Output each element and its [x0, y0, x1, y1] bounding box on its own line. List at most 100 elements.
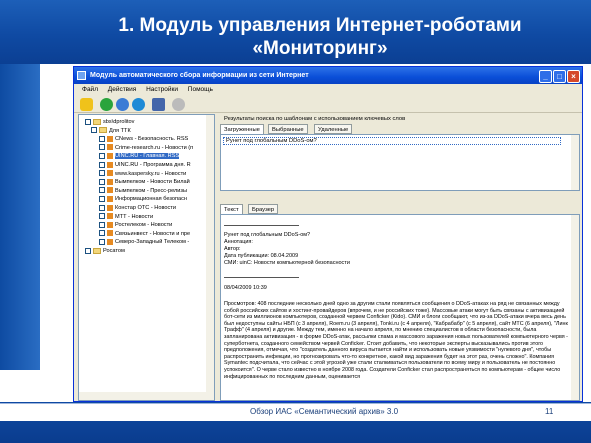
checkbox-icon[interactable] [99, 238, 105, 245]
tab-text[interactable]: Текст [220, 204, 243, 214]
article-source: СМИ: uinC: Новости компьютерной безопасн… [224, 260, 350, 266]
settings-gear-icon[interactable] [116, 98, 129, 111]
rss-feed-icon [107, 187, 113, 194]
tree-item[interactable]: Северо-Западный Телеком - [99, 238, 189, 246]
divider [224, 277, 299, 278]
maximize-icon[interactable]: □ [553, 70, 566, 83]
rss-feed-icon [107, 230, 113, 237]
checkbox-icon[interactable] [85, 247, 91, 254]
rss-feed-icon [107, 135, 113, 142]
tree-item-label: Связьинвест - Новости и пре [115, 230, 191, 237]
left-band [0, 64, 40, 370]
tree-item[interactable]: UINC.RU - Главная. RSS [99, 152, 180, 160]
checkbox-icon[interactable] [91, 127, 97, 134]
menu-settings[interactable]: Настройки [146, 86, 178, 93]
rss-feed-icon [107, 204, 113, 211]
rss-feed-icon [107, 221, 113, 228]
tree-item[interactable]: Росатом [85, 247, 125, 255]
tree-item-label: Росатом [103, 248, 125, 254]
checkbox-icon[interactable] [85, 118, 91, 125]
checkbox-icon[interactable] [99, 178, 105, 185]
results-scrollbar[interactable] [571, 135, 579, 190]
checkbox-icon[interactable] [99, 221, 105, 228]
page-number: 11 [545, 407, 554, 416]
save-icon[interactable] [152, 98, 165, 111]
checkbox-icon[interactable] [99, 187, 105, 194]
tree-item-label: sbs\dprolitov [103, 119, 135, 125]
tree-item[interactable]: Вымпелком - Новости Билай [99, 178, 190, 186]
tree-item-label: UINC.RU - Главная. RSS [115, 153, 180, 160]
tree-item[interactable]: Для ТТК [91, 127, 131, 135]
tree-vertical-scrollbar[interactable] [206, 115, 214, 400]
checkbox-icon[interactable] [99, 135, 105, 142]
minimize-icon[interactable]: _ [539, 70, 552, 83]
checkbox-icon[interactable] [99, 152, 105, 159]
tab-deleted[interactable]: Удаленные [314, 124, 353, 134]
rss-feed-icon [107, 144, 113, 151]
tree-item-label: МТТ - Новости [115, 213, 154, 220]
checkbox-icon[interactable] [99, 161, 105, 168]
globe-icon[interactable] [132, 98, 145, 111]
close-icon[interactable]: × [567, 70, 580, 83]
tree-item[interactable]: www.kaspersky.ru - Новости [99, 170, 186, 178]
tab-selected[interactable]: Выбранные [268, 124, 308, 134]
checkbox-icon[interactable] [99, 170, 105, 177]
tree-horizontal-scrollbar[interactable] [79, 392, 206, 400]
checkbox-icon[interactable] [99, 204, 105, 211]
slide-title-line1: 1. Модуль управления Интернет-роботами [118, 15, 522, 36]
checkbox-icon[interactable] [99, 144, 105, 151]
rss-feed-icon [107, 178, 113, 185]
checkbox-icon[interactable] [99, 230, 105, 237]
tree-item[interactable]: МТТ - Новости [99, 213, 153, 221]
article-author: Автор: [224, 246, 241, 252]
tree-item[interactable]: Информационная безопасн [99, 195, 187, 203]
results-label: Результаты поиска по шаблонам с использо… [224, 116, 406, 122]
tree-item[interactable]: Вымпелком - Пресс-релизы [99, 187, 187, 195]
tree-item[interactable]: Связьинвест - Новости и пре [99, 230, 190, 238]
tree-item[interactable]: Ростелеком - Новости [99, 221, 172, 229]
rss-feed-icon [107, 238, 113, 245]
menu-file[interactable]: Файл [82, 86, 98, 93]
tree-item-label: Вымпелком - Новости Билай [115, 179, 190, 186]
rss-feed-icon [107, 152, 113, 159]
divider [224, 225, 299, 226]
tree-item-label: www.kaspersky.ru - Новости [115, 170, 187, 177]
checkbox-icon[interactable] [99, 195, 105, 202]
footer-text: Обзор ИАС «Семантический архив» 3.0 [250, 407, 399, 416]
source-tree-pane[interactable]: sbs\dprolitov Для ТТК CNews - Безопасность… [78, 114, 215, 401]
rss-feed-icon [107, 170, 113, 177]
window-titlebar[interactable]: Модуль автоматического сбора информации … [74, 67, 582, 84]
article-date: Дата публикации: 08.04.2009 [224, 253, 299, 259]
tree-item-label: Crime-research.ru - Новости (п [115, 144, 194, 151]
tree-item[interactable]: CNews - Безопасность. RSS [99, 135, 188, 143]
folder-icon [93, 247, 101, 254]
tree-item-label: Ростелеком - Новости [115, 222, 173, 229]
tab-browser[interactable]: Браузер [248, 204, 279, 214]
tree-item-label: Констар ОТС - Новости [115, 205, 176, 211]
checkbox-icon[interactable] [99, 213, 105, 220]
tab-downloaded[interactable]: Загруженные [220, 124, 264, 134]
article-title: Рунет под глобальным DDoS-ом? [224, 232, 311, 238]
menu-bar: Файл Действия Настройки Помощь [74, 84, 582, 95]
help-icon[interactable] [172, 98, 185, 111]
toolbar [74, 95, 582, 113]
tree-item[interactable]: UINC.RU - Программа дня. R [99, 161, 191, 169]
slide-title: 1. Модуль управления Интернет-роботами «… [60, 14, 580, 60]
tree-item-label: UINC.RU - Программа дня. R [115, 162, 191, 168]
menu-help[interactable]: Помощь [188, 86, 213, 93]
tree-item[interactable]: Констар ОТС - Новости [99, 204, 176, 212]
start-robot-icon[interactable] [80, 98, 93, 111]
menu-actions[interactable]: Действия [108, 86, 136, 93]
result-row[interactable]: Рунет под глобальным DDoS-ом? [223, 137, 561, 145]
rss-feed-icon [107, 161, 113, 168]
tree-item[interactable]: sbs\dprolitov [85, 118, 134, 126]
app-window: Модуль автоматического сбора информации … [73, 66, 583, 402]
article-body: Просмотров: 408 последние несколько дней… [224, 301, 568, 380]
results-list[interactable]: Рунет под глобальным DDoS-ом? [220, 134, 580, 191]
article-text-area[interactable]: Рунет под глобальным DDoS-ом? Аннотация:… [220, 214, 580, 401]
text-scrollbar[interactable] [571, 215, 579, 400]
refresh-icon[interactable] [100, 98, 113, 111]
folder-icon [93, 118, 101, 125]
tree-item[interactable]: Crime-research.ru - Новости (п [99, 144, 193, 152]
rss-feed-icon [107, 213, 113, 220]
